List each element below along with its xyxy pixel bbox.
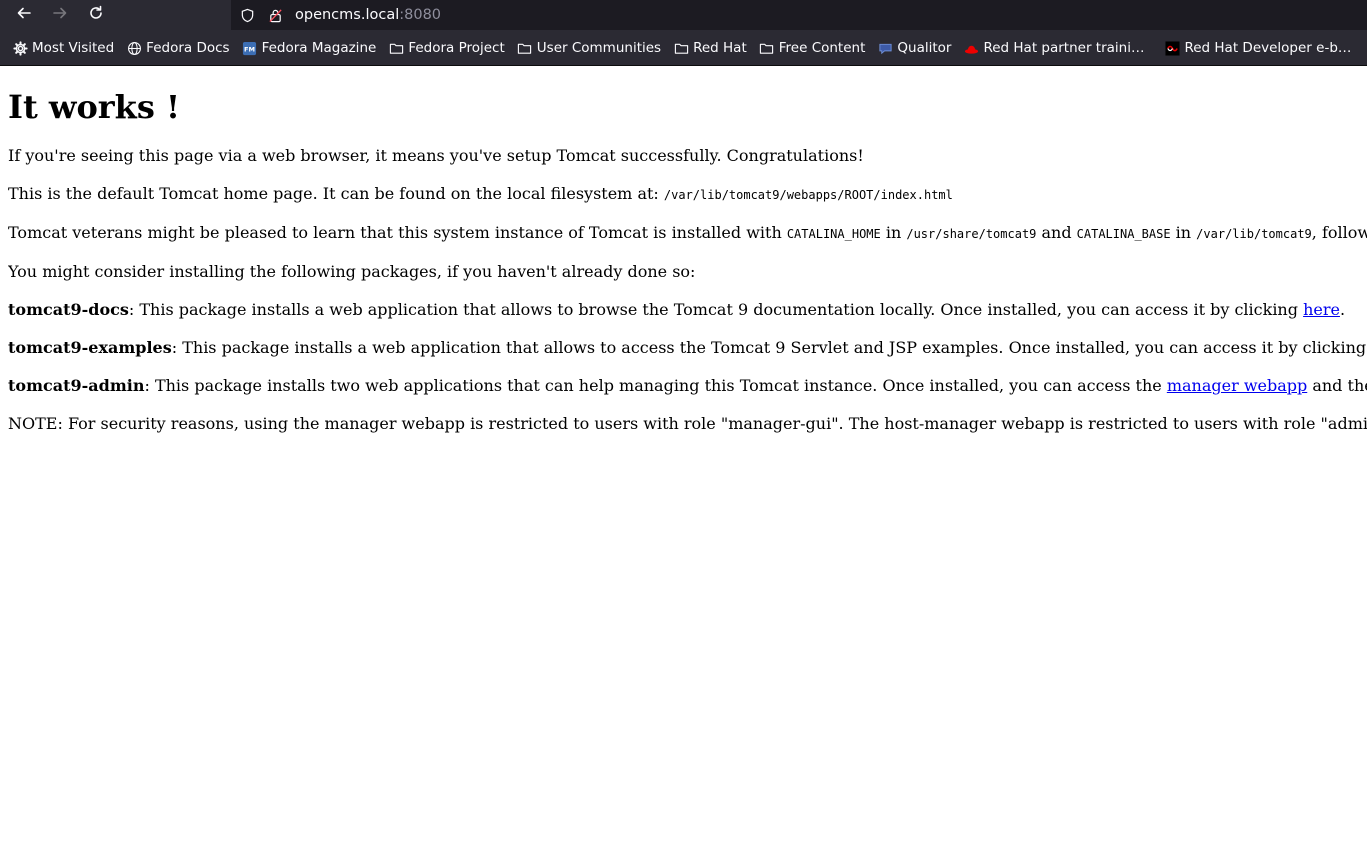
folder-icon	[388, 40, 404, 56]
bookmark-qualitor[interactable]: Qualitor	[871, 34, 957, 62]
bookmark-folder-fedora-project[interactable]: Fedora Project	[382, 34, 510, 62]
packages-intro-paragraph: You might consider installing the follow…	[8, 262, 696, 282]
insecure-lock-icon[interactable]	[267, 7, 283, 23]
bookmark-folder-free-content[interactable]: Free Content	[753, 34, 872, 62]
svg-text:FM: FM	[244, 45, 255, 53]
bookmark-label: Red Hat	[693, 40, 747, 56]
bookmark-label: Fedora Magazine	[261, 40, 377, 56]
red-hat-developer-icon	[1164, 40, 1180, 56]
gear-icon	[12, 40, 28, 56]
back-button[interactable]	[6, 1, 42, 31]
arrow-left-icon	[16, 5, 32, 26]
catalina-base-path: /var/lib/tomcat9	[1196, 227, 1312, 242]
bookmark-label: Fedora Docs	[146, 40, 230, 56]
success-paragraph: If you're seeing this page via a web bro…	[8, 146, 864, 166]
bookmark-label: Fedora Project	[408, 40, 505, 56]
home-page-location-paragraph: This is the default Tomcat home page. It…	[8, 184, 953, 204]
reload-icon	[88, 5, 104, 26]
folder-icon	[517, 40, 533, 56]
browser-toolbar: opencms.local:8080	[0, 0, 1367, 31]
bookmark-label: User Communities	[536, 40, 662, 56]
bookmark-label: Qualitor	[897, 40, 952, 56]
bookmark-label: Red Hat partner traini…	[983, 40, 1145, 56]
forward-button[interactable]	[42, 1, 78, 31]
package-name: tomcat9-examples	[8, 338, 172, 358]
bookmark-red-hat-developer[interactable]: Red Hat Developer e-b…	[1158, 34, 1357, 62]
catalina-home-path: /usr/share/tomcat9	[906, 227, 1037, 242]
reload-button[interactable]	[78, 1, 114, 31]
page-content: It works ! If you're seeing this page vi…	[8, 66, 1367, 845]
docs-package-paragraph: tomcat9-docs: This package installs a we…	[8, 300, 1346, 320]
manager-webapp-link[interactable]: manager webapp	[1167, 376, 1307, 395]
bookmarks-toolbar: Most Visited Fedora Docs FM Fedora Magaz…	[0, 31, 1367, 66]
package-name: tomcat9-docs	[8, 300, 129, 320]
arrow-right-icon	[52, 5, 68, 26]
catalina-home-var: CATALINA_HOME	[786, 227, 881, 242]
bookmark-folder-user-communities[interactable]: User Communities	[511, 34, 667, 62]
tracking-shield-icon[interactable]	[239, 7, 255, 23]
docs-here-link[interactable]: here	[1303, 300, 1340, 319]
url-bar[interactable]: opencms.local:8080	[231, 0, 1367, 30]
folder-icon	[673, 40, 689, 56]
bookmark-label: Red Hat Developer e-b…	[1184, 40, 1352, 56]
bookmark-most-visited[interactable]: Most Visited	[6, 34, 120, 62]
red-hat-icon	[963, 40, 979, 56]
catalina-paragraph: Tomcat veterans might be pleased to lear…	[8, 223, 1367, 243]
fedora-magazine-icon: FM	[242, 40, 258, 56]
admin-package-paragraph: tomcat9-admin: This package installs two…	[8, 376, 1367, 396]
folder-icon	[759, 40, 775, 56]
index-file-path: /var/lib/tomcat9/webapps/ROOT/index.html	[663, 188, 953, 203]
bookmark-label: Most Visited	[32, 40, 115, 56]
url-text[interactable]: opencms.local:8080	[295, 7, 441, 23]
globe-icon	[126, 40, 142, 56]
page-heading: It works !	[8, 88, 181, 126]
bookmark-label: Free Content	[778, 40, 866, 56]
bookmark-fedora-magazine[interactable]: FM Fedora Magazine	[236, 34, 383, 62]
bookmark-folder-red-hat[interactable]: Red Hat	[667, 34, 753, 62]
examples-package-paragraph: tomcat9-examples: This package installs …	[8, 338, 1367, 358]
chat-bubble-icon	[877, 40, 893, 56]
bookmark-fedora-docs[interactable]: Fedora Docs	[120, 34, 235, 62]
package-name: tomcat9-admin	[8, 376, 145, 396]
catalina-base-var: CATALINA_BASE	[1076, 227, 1171, 242]
bookmark-red-hat-partner-training[interactable]: Red Hat partner traini…	[957, 34, 1150, 62]
security-note-paragraph: NOTE: For security reasons, using the ma…	[8, 414, 1367, 434]
